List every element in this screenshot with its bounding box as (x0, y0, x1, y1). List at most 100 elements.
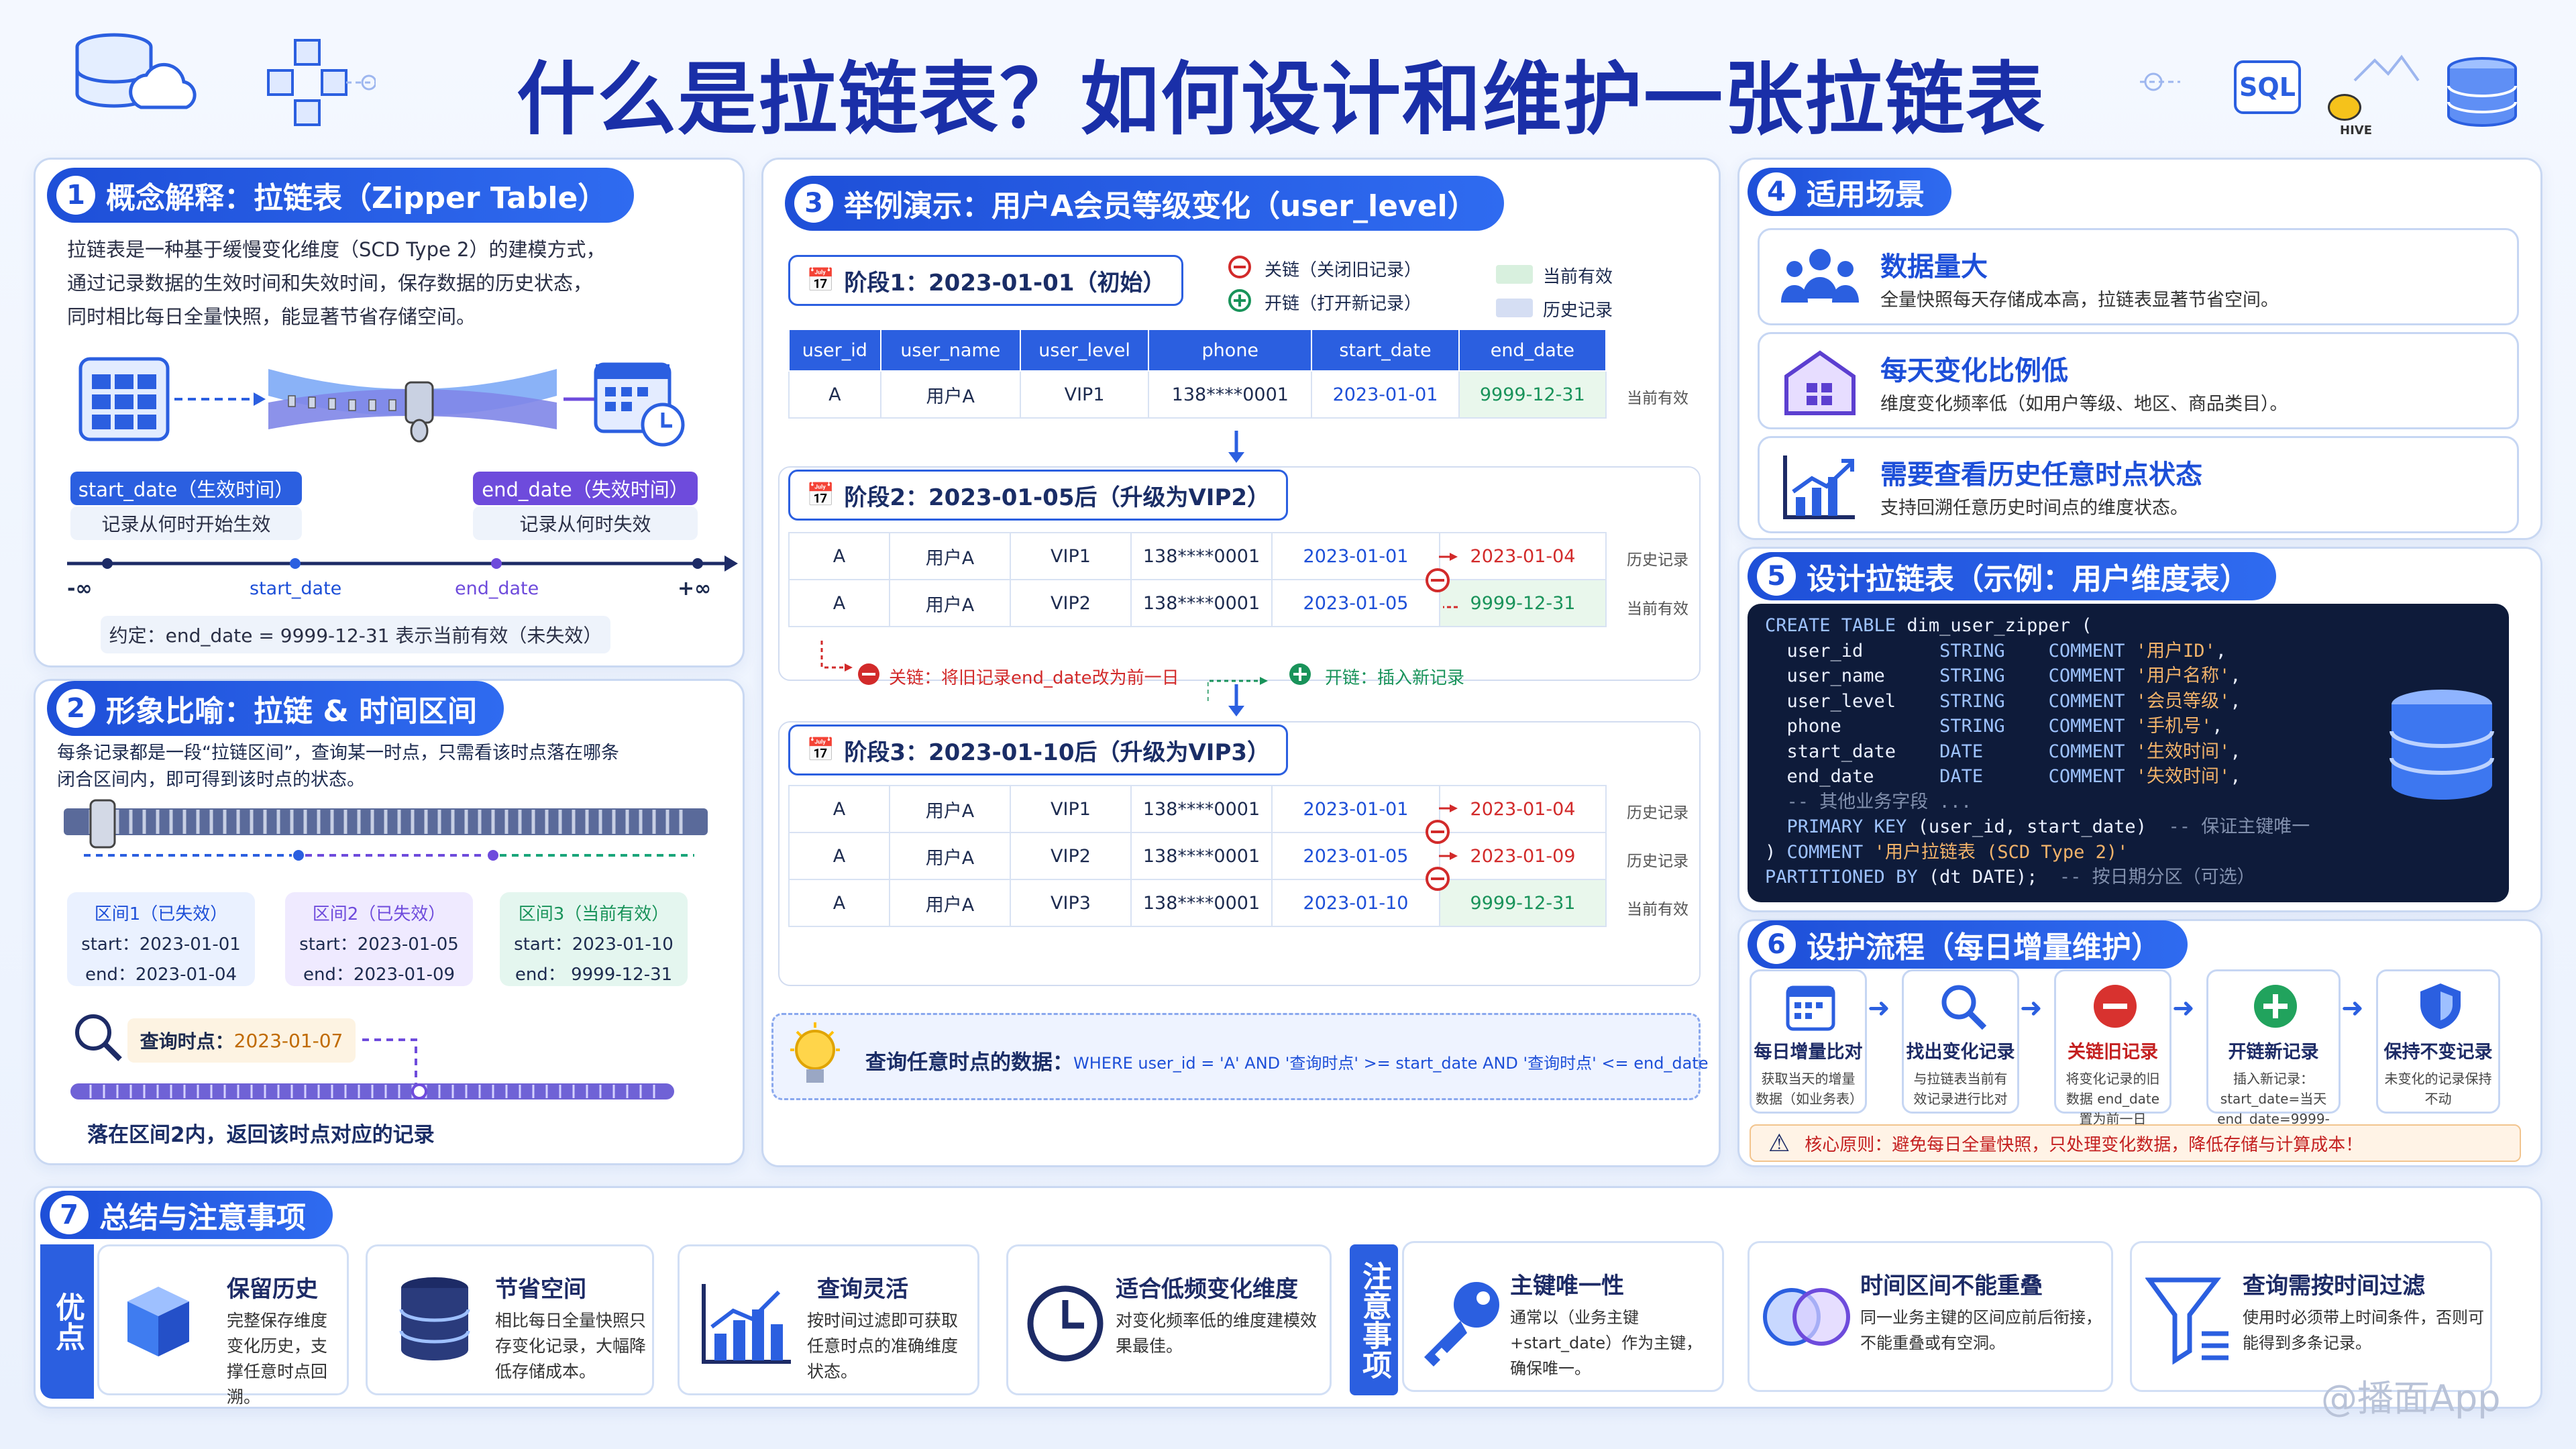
s2-desc-2: 闭合区间内，即可得到该时点的状态。 (57, 769, 365, 790)
minus-circle-icon (1228, 256, 1251, 278)
axis-start: start_date (250, 578, 342, 599)
axis-pos-inf: +∞ (678, 577, 712, 600)
flow-arrow-1: ➜ (1868, 993, 1890, 1024)
stage-2-row1-tag: 历史记录 (1627, 551, 1688, 569)
step-4: 开链新记录 插入新记录： start_date=当天 end_date=9999-… (2206, 969, 2341, 1147)
s1-desc-1: 拉链表是一种基于缓慢变化维度（SCD Type 2）的建模方式， (67, 238, 606, 261)
hive-logo: HIVE (2321, 94, 2381, 141)
end-date-note: 记录从何时失效 (473, 506, 698, 540)
zipper-bar-icon (64, 799, 708, 861)
stage-3-row1-tag: 历史记录 (1627, 804, 1688, 822)
note-card-2: 时间区间不能重叠 同一业务主键的区间应前后衔接，不能重叠或有空洞。 (1748, 1241, 2113, 1392)
clock-icon (1027, 1285, 1104, 1362)
legend-current-swatch (1496, 265, 1533, 284)
scenario-card-2: 每天变化比例低 维度变化频率低（如用户等级、地区、商品类目）。 (1758, 332, 2519, 429)
section-7-header: 7 总结与注意事项 (40, 1191, 333, 1239)
table-row: A 用户A VIP3 138****0001 2023-01-10 9999-12-31 (788, 879, 1607, 927)
zipper-bar-icon-2 (70, 1083, 674, 1099)
close-link-marker-2 (1426, 804, 1458, 891)
advantage-card-1: 保留历史 完整保存维度变化历史，支撑任意时点回溯。 (97, 1244, 349, 1407)
interval-3-card: 区间3（当前有效） start：2023-01-10 end： 9999-12-… (500, 892, 688, 986)
stage-3-row3-tag: 当前有效 (1627, 901, 1688, 918)
calendar-icon: 📅 (806, 267, 835, 294)
query-title: 查询任意时点的数据： (865, 1051, 1073, 1075)
close-note: 关链：将旧记录end_date改为前一日 (889, 668, 1179, 688)
query-sql: WHERE user_id = 'A' AND '查询时点' >= start_… (1073, 1054, 1709, 1073)
stage-1-table: user_id user_name user_level phone start_dat… (788, 329, 1607, 419)
cloud-icon (2140, 72, 2180, 91)
section-6-header: 6 设护流程（每日增量维护） (1748, 920, 2188, 969)
trend-chart-icon (1783, 455, 1855, 519)
note-card-1: 主键唯一性 通常以（业务主键+start_date）作为主键，确保唯一。 (1402, 1241, 1724, 1392)
s2-result: 落在区间2内，返回该时点对应的记录 (87, 1123, 435, 1147)
minus-circle-icon (2094, 985, 2137, 1028)
end-date-pill: end_date（失效时间） (473, 472, 698, 505)
warehouse-icon (1784, 350, 1856, 415)
sql-badge: SQL (2234, 60, 2301, 114)
stage-3-label: 📅 阶段3：2023-01-10后（升级为VIP3） (788, 724, 1289, 775)
plus-circle-icon (1228, 289, 1251, 312)
step-3: 关链旧记录 将变化记录的旧数据 end_date置为前一日 (2054, 969, 2171, 1127)
overlap-circles-icon (1763, 1288, 1850, 1346)
plus-circle-icon (2254, 985, 2297, 1028)
step-2: 找出变化记录 与拉链表当前有效记录进行比对 (1902, 969, 2019, 1114)
stage-2-label: 📅 阶段2：2023-01-05后（升级为VIP2） (788, 470, 1289, 521)
house-cloud-icon (2353, 54, 2420, 82)
watermark: @播面App (2321, 1377, 2501, 1419)
calendar-icon (1786, 985, 1835, 1031)
timeline-axis (67, 555, 738, 572)
step-5: 保持不变记录 未变化的记录保持不动 (2376, 969, 2500, 1114)
database-icon-large (2390, 690, 2494, 800)
s1-desc-3: 同时相比每日全量快照，能显著节省存储空间。 (67, 305, 476, 328)
cubes-network-icon (267, 39, 376, 126)
close-link-arrow (820, 641, 853, 672)
legend-close: 关链（关闭旧记录） (1265, 260, 1422, 280)
magnifier-icon (75, 1014, 122, 1061)
close-link-marker (1426, 553, 1458, 608)
interval-2-card: 区间2（已失效） start：2023-01-05 end：2023-01-09 (285, 892, 473, 986)
stage-2-table: A 用户A VIP1 138****0001 2023-01-01 2023-01-04 … (788, 532, 1607, 627)
cube-stack-icon (127, 1287, 189, 1356)
stage-3-table: A 用户A VIP1 138****0001 2023-01-01 2023-01-04 … (788, 785, 1607, 927)
filter-icon (2145, 1277, 2229, 1365)
axis-end: end_date (455, 578, 539, 599)
table-row: A 用户A VIP1 138****0001 2023-01-01 9999-12-31 (788, 370, 1607, 419)
calendar-clock-icon (594, 362, 685, 447)
table-header-row: user_id user_name user_level phone start_dat… (788, 329, 1607, 372)
search-icon (1941, 985, 1987, 1030)
database-cloud-icon (75, 33, 197, 109)
stage-3-row2-tag: 历史记录 (1627, 853, 1688, 870)
advantage-card-4: 适合低频变化维度 对变化频率低的维度建模效果最佳。 (1006, 1244, 1332, 1395)
table-row: A 用户A VIP1 138****0001 2023-01-01 2023-01-04 (788, 532, 1607, 580)
plus-circle-icon-2 (1289, 663, 1311, 685)
interval-1-card: 区间1（已失效） start：2023-01-01 end：2023-01-04 (67, 892, 255, 986)
bar-chart-icon (702, 1284, 791, 1364)
stage-1-label: 📅 阶段1：2023-01-01（初始） (788, 255, 1184, 306)
flow-arrow-4: ➜ (2341, 993, 2364, 1024)
down-arrow-icon-2 (1228, 684, 1244, 716)
step-1: 每日增量比对 获取当天的增量数据（如业务表） (1750, 969, 1867, 1114)
legend-open: 开链（打开新记录） (1265, 294, 1422, 314)
legend-history: 历史记录 (1543, 301, 1613, 321)
shield-icon (2420, 983, 2461, 1029)
start-date-note: 记录从何时开始生效 (70, 506, 302, 540)
legend-history-swatch (1496, 299, 1533, 317)
axis-neg-inf: -∞ (67, 577, 93, 600)
stage-1-row-tag: 当前有效 (1627, 390, 1688, 407)
key-icon (1424, 1282, 1499, 1366)
warning-icon: ⚠ (1768, 1129, 1790, 1157)
scenario-card-1: 数据量大 全量快照每天存储成本高，拉链表显著节省空间。 (1758, 228, 2519, 325)
calendar-icon: 📅 (806, 737, 835, 763)
advantage-card-3: 查询灵活 按时间过滤即可获取任意时点的准确维度状态。 (678, 1244, 979, 1395)
section-2-header: 2 形象比喻：拉链 & 时间区间 (47, 681, 504, 736)
advantages-label: 优点 (40, 1244, 94, 1399)
flow-arrow-3: ➜ (2172, 993, 2195, 1024)
scenario-card-3: 需要查看历史任意时点状态 支持回溯任意历史时间点的维度状态。 (1758, 436, 2519, 533)
lightbulb-icon (790, 1022, 840, 1083)
principle-banner: ⚠ 核心原则：避免每日全量快照，只处理变化数据，降低存储与计算成本！ (1750, 1124, 2521, 1162)
arrow-right-icon (174, 392, 266, 406)
convention-note: 约定：end_date = 9999-12-31 表示当前有效（未失效） (101, 616, 610, 653)
start-date-pill: start_date（生效时间） (70, 472, 302, 505)
page-title: 什么是拉链表？如何设计和维护一张拉链表 (517, 53, 2047, 146)
stage-2-row2-tag: 当前有效 (1627, 600, 1688, 618)
